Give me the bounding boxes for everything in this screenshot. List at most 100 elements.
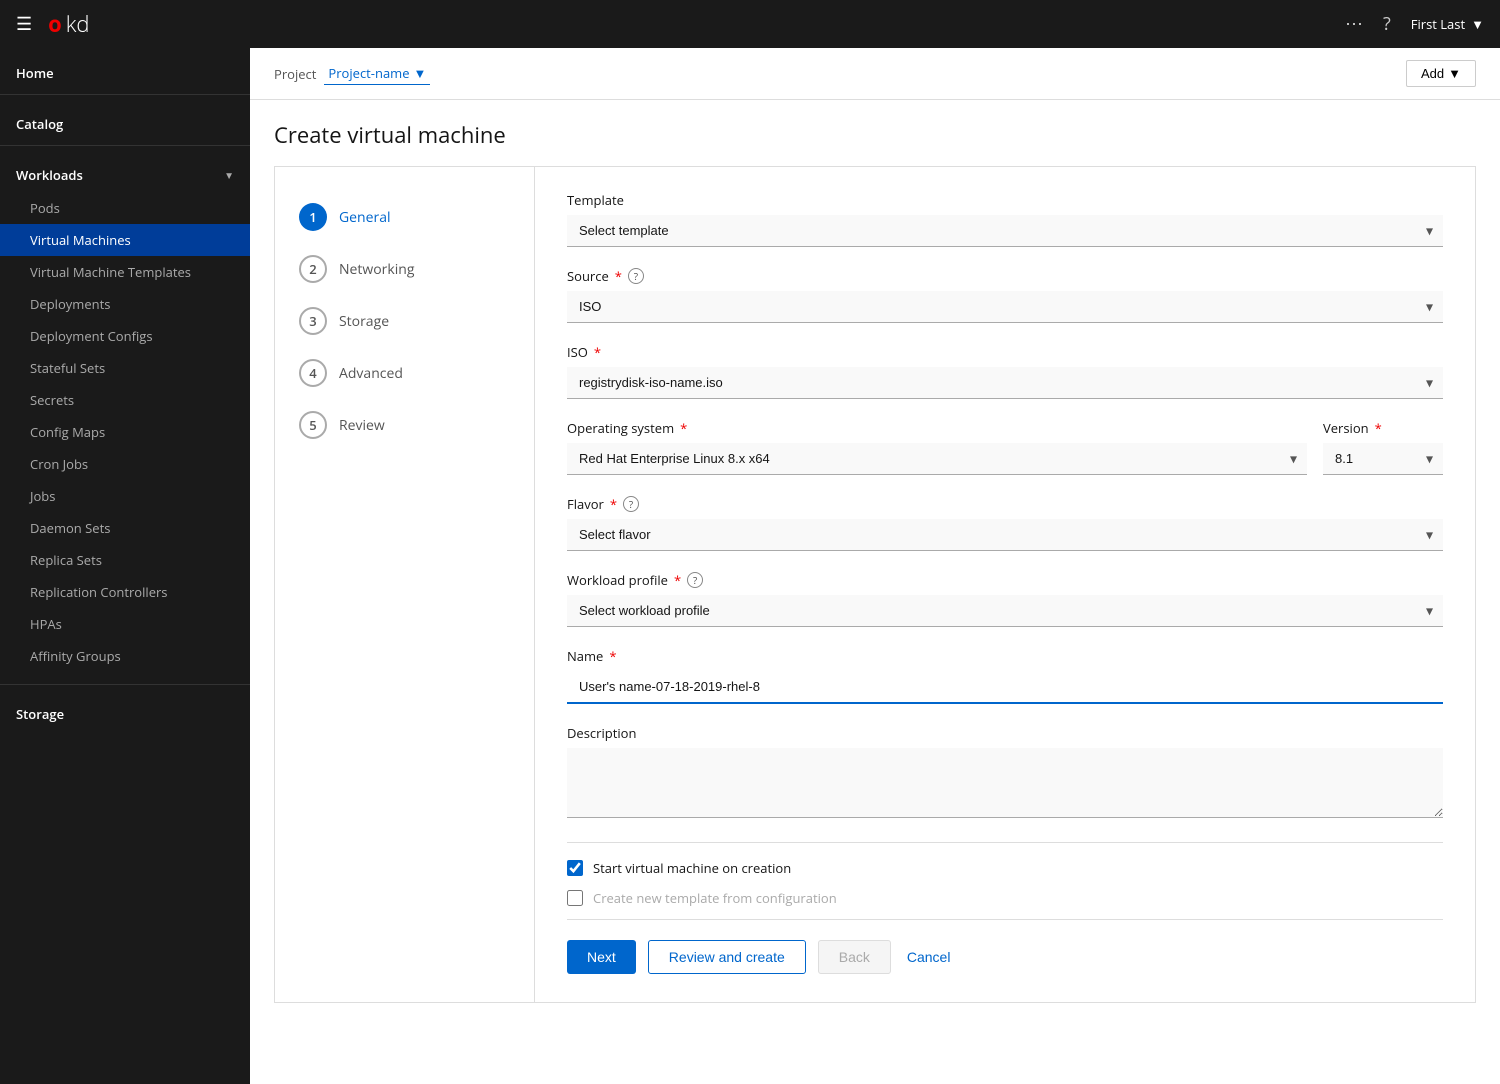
iso-field-group: ISO * registrydisk-iso-name.iso <box>567 343 1443 399</box>
wizard-container: 1 General 2 Networking 3 Storage <box>274 166 1476 1003</box>
sidebar-item-pods[interactable]: Pods <box>0 192 250 224</box>
os-field-group: Operating system * Red Hat Enterprise Li… <box>567 419 1443 475</box>
user-menu[interactable]: First Last ▼ <box>1411 15 1484 33</box>
sidebar-storage-header[interactable]: Storage <box>0 689 250 731</box>
template-label: Template <box>567 191 1443 209</box>
source-required: * <box>615 267 622 285</box>
version-select[interactable]: 8.1 <box>1323 443 1443 475</box>
sidebar-catalog-label: Catalog <box>16 115 63 133</box>
sidebar-item-affinity-groups[interactable]: Affinity Groups <box>0 640 250 672</box>
back-button[interactable]: Back <box>818 940 891 974</box>
sidebar-item-config-maps[interactable]: Config Maps <box>0 416 250 448</box>
flavor-field-group: Flavor * ? Select flavor <box>567 495 1443 551</box>
os-label: Operating system * <box>567 419 1307 437</box>
project-chevron-icon: ▼ <box>414 64 427 82</box>
workload-select[interactable]: Select workload profile <box>567 595 1443 627</box>
version-field: Version * 8.1 <box>1323 419 1443 475</box>
flavor-help-icon[interactable]: ? <box>623 496 639 512</box>
add-button[interactable]: Add ▼ <box>1406 60 1476 87</box>
template-select[interactable]: Select template <box>567 215 1443 247</box>
flavor-label: Flavor * ? <box>567 495 1443 513</box>
step-label-storage: Storage <box>339 312 389 331</box>
os-required: * <box>680 419 687 437</box>
workload-help-icon[interactable]: ? <box>687 572 703 588</box>
next-button[interactable]: Next <box>567 940 636 974</box>
cancel-button[interactable]: Cancel <box>903 941 955 973</box>
source-select[interactable]: ISO <box>567 291 1443 323</box>
iso-required: * <box>594 343 601 361</box>
start-vm-label[interactable]: Start virtual machine on creation <box>593 859 791 877</box>
step-circle-5: 5 <box>299 411 327 439</box>
source-help-icon[interactable]: ? <box>628 268 644 284</box>
project-selector[interactable]: Project-name ▼ <box>324 62 430 85</box>
name-input[interactable] <box>567 671 1443 704</box>
step-label-general: General <box>339 208 391 227</box>
wizard-step-review[interactable]: 5 Review <box>275 399 534 451</box>
checkbox-start-vm-row: Start virtual machine on creation <box>567 859 1443 877</box>
wizard-step-networking[interactable]: 2 Networking <box>275 243 534 295</box>
step-number-2: 2 <box>309 260 316 278</box>
workload-field-group: Workload profile * ? Select workload pro… <box>567 571 1443 627</box>
wizard-footer: Next Review and create Back Cancel <box>567 919 1443 978</box>
sidebar-catalog[interactable]: Catalog <box>0 99 250 141</box>
sidebar-workloads-label: Workloads <box>16 166 83 184</box>
sidebar-item-replication-controllers[interactable]: Replication Controllers <box>0 576 250 608</box>
sidebar-item-virtual-machines[interactable]: Virtual Machines <box>0 224 250 256</box>
help-icon[interactable]: ? <box>1383 12 1391 36</box>
sidebar-item-deployments[interactable]: Deployments <box>0 288 250 320</box>
wizard-form-panel: Template Select template Source * ? <box>535 167 1475 1002</box>
review-and-create-button[interactable]: Review and create <box>648 940 806 974</box>
source-label: Source * ? <box>567 267 1443 285</box>
wizard-step-storage[interactable]: 3 Storage <box>275 295 534 347</box>
hamburger-icon[interactable]: ☰ <box>16 12 32 36</box>
name-field-group: Name * <box>567 647 1443 704</box>
sidebar-item-cron-jobs[interactable]: Cron Jobs <box>0 448 250 480</box>
workload-required: * <box>674 571 681 589</box>
description-label: Description <box>567 724 1443 742</box>
version-required: * <box>1375 419 1382 437</box>
name-required: * <box>609 647 616 665</box>
flavor-select[interactable]: Select flavor <box>567 519 1443 551</box>
version-label: Version * <box>1323 419 1443 437</box>
description-field-group: Description <box>567 724 1443 822</box>
sidebar-item-deployment-configs[interactable]: Deployment Configs <box>0 320 250 352</box>
step-label-networking: Networking <box>339 260 414 279</box>
iso-select[interactable]: registrydisk-iso-name.iso <box>567 367 1443 399</box>
start-vm-checkbox[interactable] <box>567 860 583 876</box>
flavor-required: * <box>610 495 617 513</box>
step-label-advanced: Advanced <box>339 364 403 383</box>
wizard-step-general[interactable]: 1 General <box>275 191 534 243</box>
sidebar-item-jobs[interactable]: Jobs <box>0 480 250 512</box>
step-number-4: 4 <box>309 364 316 382</box>
os-select[interactable]: Red Hat Enterprise Linux 8.x x64 <box>567 443 1307 475</box>
sidebar-item-vm-templates[interactable]: Virtual Machine Templates <box>0 256 250 288</box>
sidebar-workloads-header[interactable]: Workloads ▼ <box>0 150 250 192</box>
sidebar-item-secrets[interactable]: Secrets <box>0 384 250 416</box>
step-circle-3: 3 <box>299 307 327 335</box>
sidebar-item-hpas[interactable]: HPAs <box>0 608 250 640</box>
page-title-bar: Create virtual machine <box>250 100 1500 166</box>
header-bar: Project Project-name ▼ Add ▼ <box>250 48 1500 100</box>
description-textarea[interactable] <box>567 748 1443 818</box>
wizard-step-advanced[interactable]: 4 Advanced <box>275 347 534 399</box>
workload-label: Workload profile * ? <box>567 571 1443 589</box>
grid-icon[interactable]: ⋯ <box>1345 12 1363 36</box>
source-field-group: Source * ? ISO <box>567 267 1443 323</box>
main-content: Project Project-name ▼ Add ▼ Create virt… <box>250 48 1500 1084</box>
os-main-field: Operating system * Red Hat Enterprise Li… <box>567 419 1307 475</box>
sidebar-home[interactable]: Home <box>0 48 250 90</box>
sidebar-home-label: Home <box>16 64 54 82</box>
iso-label: ISO * <box>567 343 1443 361</box>
user-label: First Last <box>1411 15 1465 33</box>
step-circle-1: 1 <box>299 203 327 231</box>
checkbox-create-template-row: Create new template from configuration <box>567 889 1443 907</box>
create-template-label[interactable]: Create new template from configuration <box>593 889 837 907</box>
sidebar-item-replica-sets[interactable]: Replica Sets <box>0 544 250 576</box>
sidebar-item-stateful-sets[interactable]: Stateful Sets <box>0 352 250 384</box>
sidebar-item-daemon-sets[interactable]: Daemon Sets <box>0 512 250 544</box>
name-label: Name * <box>567 647 1443 665</box>
template-field-group: Template Select template <box>567 191 1443 247</box>
project-name: Project-name <box>328 64 409 82</box>
step-circle-2: 2 <box>299 255 327 283</box>
create-template-checkbox[interactable] <box>567 890 583 906</box>
